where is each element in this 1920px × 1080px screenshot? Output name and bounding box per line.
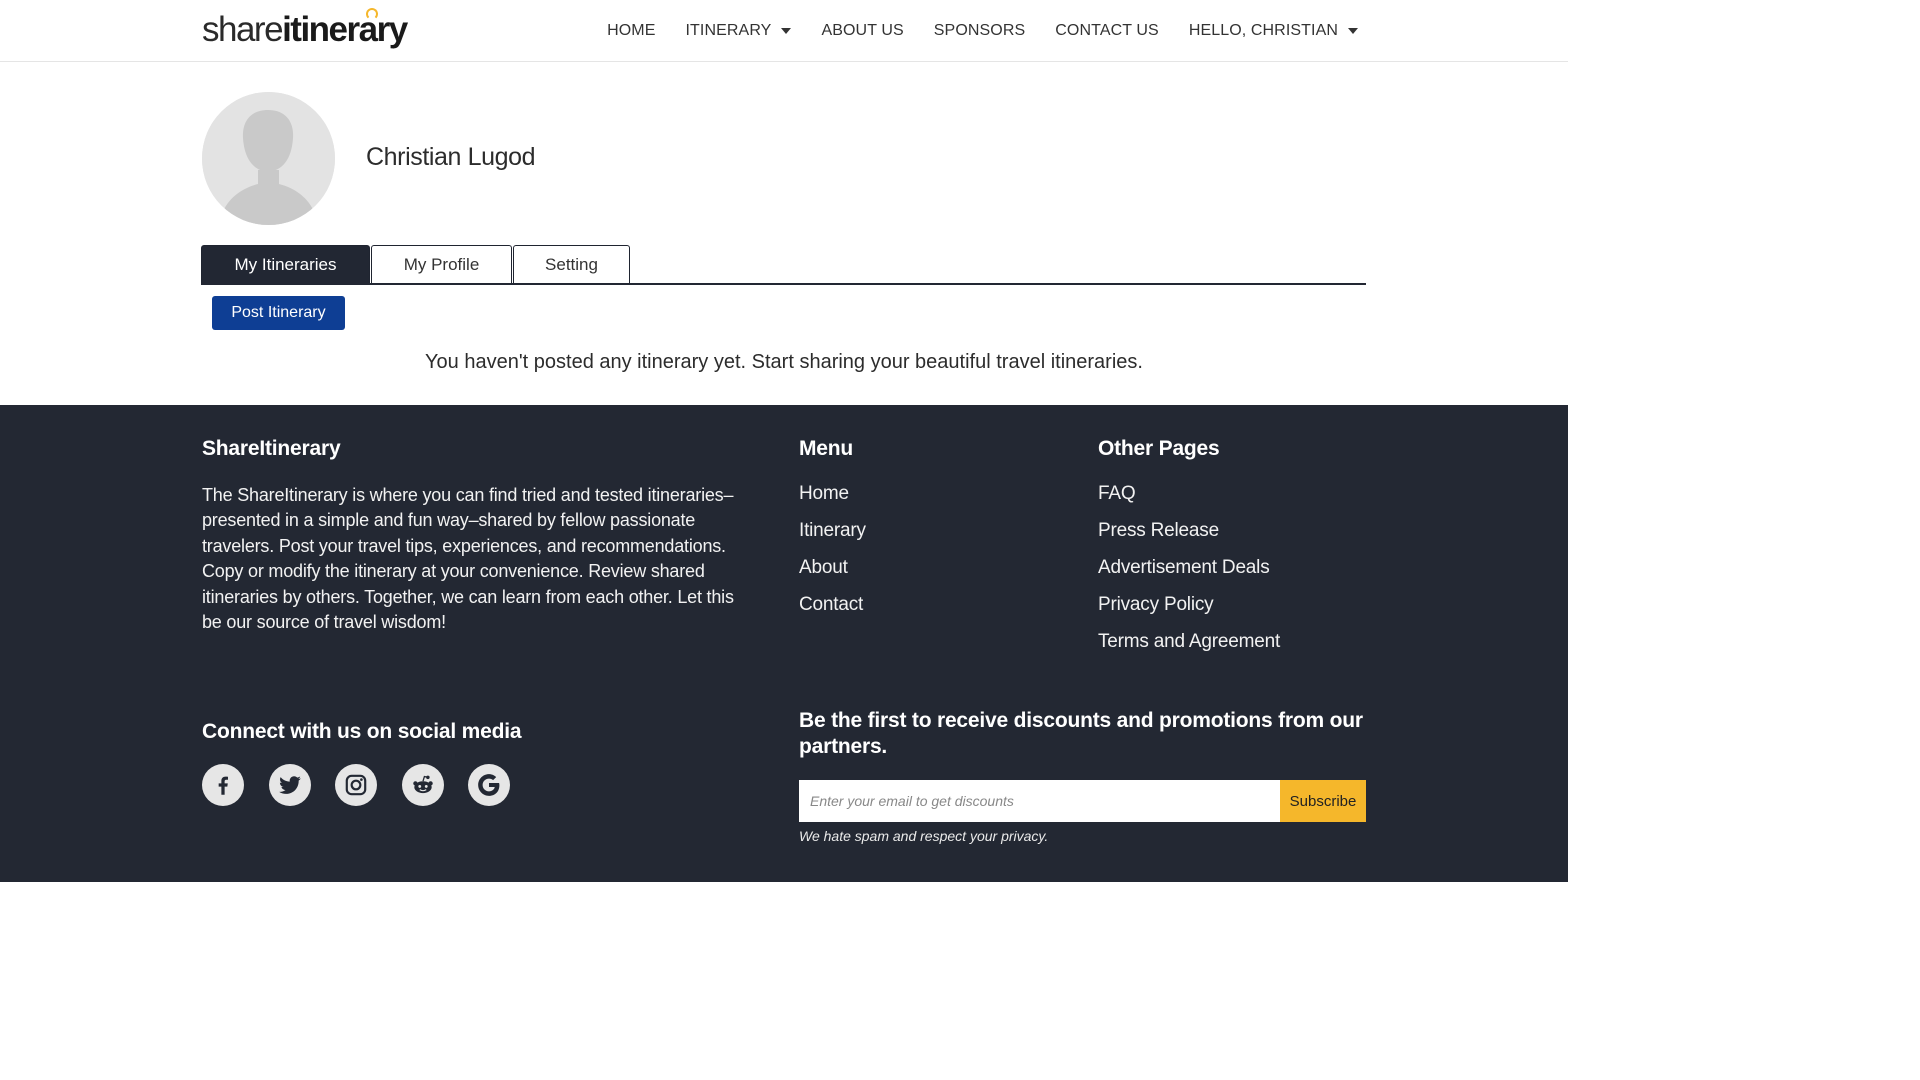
footer-link-about[interactable]: About bbox=[799, 555, 866, 592]
footer-social-title: Connect with us on social media bbox=[202, 720, 522, 743]
newsletter-title: Be the first to receive discounts and pr… bbox=[799, 709, 1363, 758]
logo-text-light: share bbox=[202, 10, 284, 49]
footer-other-links: FAQ Press Release Advertisement Deals Pr… bbox=[1098, 481, 1280, 666]
empty-state-message: You haven't posted any itinerary yet. St… bbox=[425, 351, 1143, 373]
site-footer: ShareItinerary The ShareItinerary is whe… bbox=[0, 405, 1568, 882]
footer-menu-links: Home Itinerary About Contact bbox=[799, 481, 866, 629]
nav-about-us[interactable]: ABOUT US bbox=[821, 22, 903, 40]
footer-link-privacy-policy[interactable]: Privacy Policy bbox=[1098, 592, 1280, 629]
nav-itinerary-label: ITINERARY bbox=[685, 22, 772, 39]
footer-link-advertisement-deals[interactable]: Advertisement Deals bbox=[1098, 555, 1280, 592]
reddit-icon[interactable] bbox=[401, 764, 444, 806]
post-itinerary-button[interactable]: Post Itinerary bbox=[212, 296, 345, 330]
footer-link-contact[interactable]: Contact bbox=[799, 592, 866, 629]
site-header: share itinerary HOME ITINERARY ABOUT US S… bbox=[0, 0, 1568, 62]
nav-home-label: HOME bbox=[607, 22, 656, 39]
nav-itinerary[interactable]: ITINERARY bbox=[686, 22, 792, 40]
footer-other-pages-title: Other Pages bbox=[1098, 437, 1220, 460]
default-user-avatar-icon bbox=[202, 92, 335, 225]
footer-link-press-release[interactable]: Press Release bbox=[1098, 518, 1280, 555]
tabs-divider bbox=[201, 283, 1366, 285]
footer-about-title: ShareItinerary bbox=[202, 437, 341, 460]
avatar[interactable] bbox=[202, 92, 335, 225]
nav-contact-us[interactable]: CONTACT US bbox=[1055, 22, 1159, 40]
footer-link-faq[interactable]: FAQ bbox=[1098, 481, 1280, 518]
twitter-icon[interactable] bbox=[268, 764, 311, 806]
nav-user-menu[interactable]: HELLO, CHRISTIAN bbox=[1189, 22, 1358, 40]
chevron-down-icon bbox=[1348, 28, 1358, 34]
chevron-down-icon bbox=[781, 28, 792, 34]
lightbulb-icon bbox=[366, 8, 379, 20]
footer-link-terms[interactable]: Terms and Agreement bbox=[1098, 629, 1280, 666]
profile-name: Christian Lugod bbox=[366, 143, 536, 171]
subscribe-button[interactable]: Subscribe bbox=[1280, 780, 1366, 822]
social-links bbox=[202, 764, 535, 806]
nav-about-label: ABOUT US bbox=[821, 22, 904, 39]
tab-setting[interactable]: Setting bbox=[513, 245, 630, 284]
footer-link-itinerary[interactable]: Itinerary bbox=[799, 518, 866, 555]
facebook-icon[interactable] bbox=[202, 764, 244, 806]
nav-sponsors-label: SPONSORS bbox=[933, 22, 1026, 39]
tab-my-itineraries[interactable]: My Itineraries bbox=[201, 245, 370, 284]
footer-link-home[interactable]: Home bbox=[799, 481, 866, 518]
logo-text-bold-label: itinerary bbox=[282, 10, 408, 49]
nav-contact-label: CONTACT US bbox=[1055, 22, 1159, 39]
profile-tabs: My Itineraries My Profile Setting bbox=[201, 245, 630, 284]
tab-my-profile[interactable]: My Profile bbox=[371, 245, 512, 284]
footer-about-text: The ShareItinerary is where you can find… bbox=[202, 485, 734, 633]
site-logo[interactable]: share itinerary bbox=[202, 8, 408, 52]
instagram-icon[interactable] bbox=[335, 764, 377, 806]
nav-user-label: HELLO, CHRISTIAN bbox=[1188, 22, 1338, 39]
main-nav: HOME ITINERARY ABOUT US SPONSORS CONTACT… bbox=[607, 0, 1358, 62]
privacy-note: We hate spam and respect your privacy. bbox=[799, 828, 1049, 844]
logo-text-bold: itinerary bbox=[282, 8, 408, 49]
newsletter-email-input[interactable] bbox=[799, 780, 1280, 822]
google-icon[interactable] bbox=[468, 764, 510, 806]
nav-sponsors[interactable]: SPONSORS bbox=[934, 22, 1026, 40]
nav-home[interactable]: HOME bbox=[607, 22, 655, 40]
footer-menu-title: Menu bbox=[799, 437, 854, 460]
